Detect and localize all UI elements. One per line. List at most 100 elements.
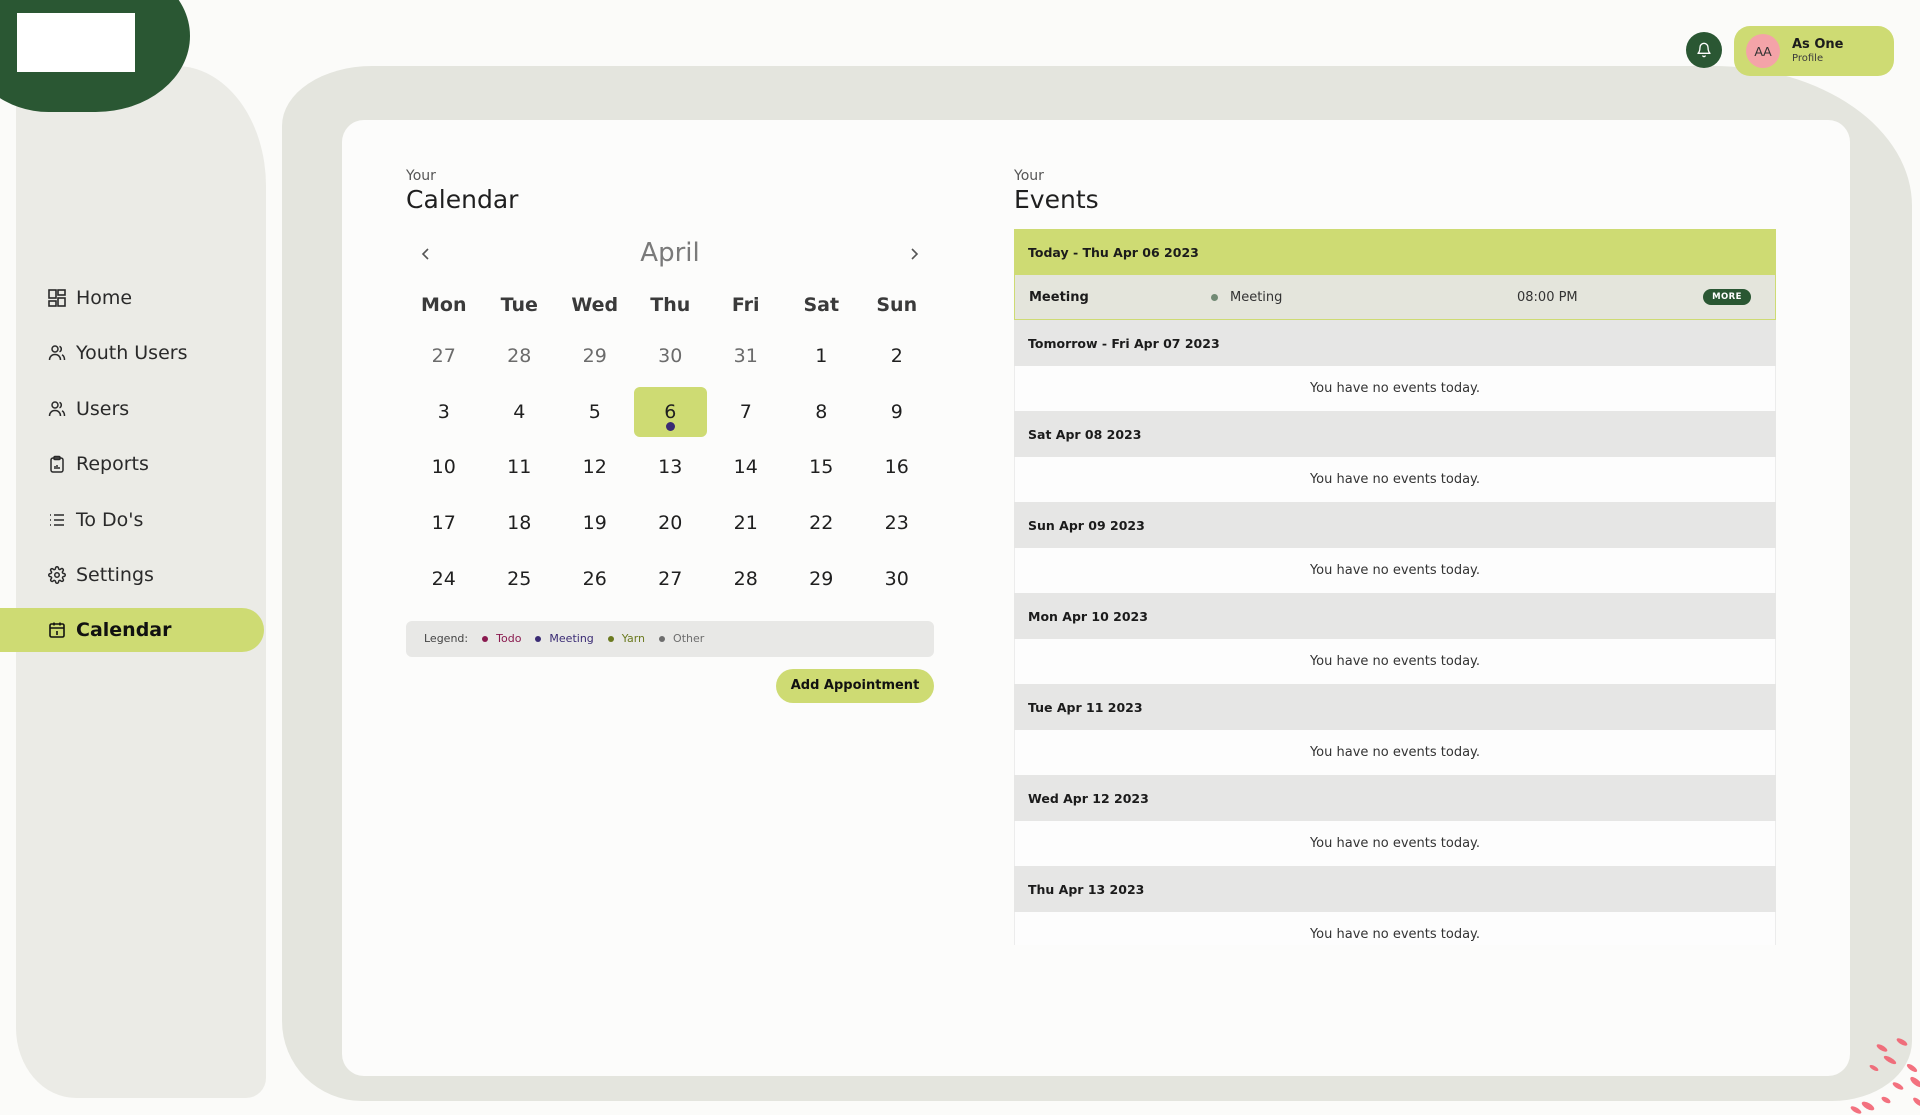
legend-label: Other xyxy=(673,632,705,646)
events-list[interactable]: Today - Thu Apr 06 2023 Meeting Meeting 08:… xyxy=(1014,229,1776,945)
calendar-section: Your Calendar April Mon Tue Wed Thu Fri … xyxy=(406,168,934,703)
calendar-day-today[interactable]: 6 xyxy=(633,384,709,440)
calendar-day[interactable]: 3 xyxy=(406,384,482,440)
day-number: 20 xyxy=(658,512,683,535)
calendar-day[interactable]: 26 xyxy=(557,551,633,607)
day-number: 2 xyxy=(890,344,903,367)
calendar-day[interactable]: 8 xyxy=(784,384,860,440)
sidebar-item-label: Home xyxy=(76,287,133,309)
calendar-day[interactable]: 11 xyxy=(482,440,558,496)
day-number: 17 xyxy=(431,512,456,535)
calendar-day[interactable]: 2 xyxy=(859,328,935,384)
day-number: 15 xyxy=(809,456,834,479)
sidebar-nav: Home Youth Users Users Reports To Do's S… xyxy=(0,276,265,664)
day-number: 5 xyxy=(588,400,601,423)
logo[interactable] xyxy=(17,13,135,72)
calendar-day[interactable]: 30 xyxy=(859,551,935,607)
calendar-day[interactable]: 18 xyxy=(482,495,558,551)
calendar-day[interactable]: 5 xyxy=(557,384,633,440)
legend-dot xyxy=(659,635,666,642)
day-number: 30 xyxy=(884,568,909,591)
day-number: 30 xyxy=(658,344,683,367)
day-number: 27 xyxy=(658,568,683,591)
sidebar-item-users[interactable]: Users xyxy=(0,387,265,431)
next-month-button[interactable] xyxy=(902,242,926,266)
calendar-day[interactable]: 7 xyxy=(708,384,784,440)
calendar-day[interactable]: 29 xyxy=(784,551,860,607)
day-number: 29 xyxy=(582,344,607,367)
month-navigation: April xyxy=(406,234,934,274)
gear-icon xyxy=(48,566,66,584)
app-root: AA As One Profile Home Youth Users Users xyxy=(0,0,1920,1115)
profile-button[interactable]: AA As One Profile xyxy=(1734,26,1894,76)
day-number: 7 xyxy=(739,400,752,423)
calendar-day[interactable]: 27 xyxy=(633,551,709,607)
calendar-day[interactable]: 30 xyxy=(633,328,709,384)
calendar-day[interactable]: 12 xyxy=(557,440,633,496)
day-number: 4 xyxy=(513,400,526,423)
weekday-header: Sun xyxy=(876,294,918,316)
calendar-grid: Mon Tue Wed Thu Fri Sat Sun 27 28 29 30 31 1 2… xyxy=(406,274,934,607)
sidebar-item-calendar[interactable]: Calendar xyxy=(0,608,264,653)
sidebar-item-todos[interactable]: To Do's xyxy=(0,498,265,542)
calendar-day[interactable]: 10 xyxy=(406,440,482,496)
dashboard-grid-icon xyxy=(48,289,66,307)
day-number: 18 xyxy=(507,512,532,535)
more-button[interactable]: MORE xyxy=(1703,289,1751,305)
sidebar-item-home[interactable]: Home xyxy=(0,276,265,320)
events-kicker: Your xyxy=(1014,168,1044,184)
no-events-message: You have no events today. xyxy=(1014,821,1776,866)
event-row[interactable]: Meeting Meeting 08:00 PM MORE xyxy=(1014,275,1776,320)
legend-dot xyxy=(535,635,542,642)
calendar-day[interactable]: 20 xyxy=(633,495,709,551)
confetti-decoration xyxy=(1850,1038,1920,1114)
calendar-day[interactable]: 28 xyxy=(482,328,558,384)
legend-item: Meeting xyxy=(535,632,594,646)
weekday-header: Mon xyxy=(421,294,467,316)
day-number: 31 xyxy=(733,344,758,367)
profile-subtitle: Profile xyxy=(1792,52,1824,64)
sidebar-item-reports[interactable]: Reports xyxy=(0,442,265,486)
clipboard-report-icon xyxy=(48,455,66,473)
calendar-day[interactable]: 4 xyxy=(482,384,558,440)
calendar-day[interactable]: 29 xyxy=(557,328,633,384)
day-number: 6 xyxy=(664,400,677,423)
calendar-day[interactable]: 9 xyxy=(859,384,935,440)
day-number: 26 xyxy=(582,568,607,591)
calendar-day[interactable]: 14 xyxy=(708,440,784,496)
sidebar-item-settings[interactable]: Settings xyxy=(0,553,265,597)
event-day-header: Wed Apr 12 2023 xyxy=(1014,775,1776,821)
calendar-day[interactable]: 13 xyxy=(633,440,709,496)
bell-icon xyxy=(1697,42,1711,58)
calendar-day[interactable]: 22 xyxy=(784,495,860,551)
event-day-header: Sun Apr 09 2023 xyxy=(1014,502,1776,548)
day-number: 25 xyxy=(507,568,532,591)
calendar-day[interactable]: 1 xyxy=(784,328,860,384)
calendar-day[interactable]: 28 xyxy=(708,551,784,607)
legend-label: Todo xyxy=(496,632,522,646)
event-time: 08:00 PM xyxy=(1517,289,1578,305)
notifications-button[interactable] xyxy=(1686,32,1722,68)
day-number: 11 xyxy=(507,456,532,479)
weekday-header: Wed xyxy=(571,294,619,316)
sidebar-item-label: Youth Users xyxy=(76,342,188,365)
legend-label: Meeting xyxy=(549,632,594,646)
calendar-day[interactable]: 21 xyxy=(708,495,784,551)
weekday-header: Sat xyxy=(803,294,840,316)
event-type: Meeting xyxy=(1211,290,1282,305)
legend-item: Yarn xyxy=(607,632,645,645)
month-label: April xyxy=(640,238,700,268)
calendar-day[interactable]: 25 xyxy=(482,551,558,607)
calendar-day[interactable]: 24 xyxy=(406,551,482,607)
calendar-day[interactable]: 16 xyxy=(859,440,935,496)
add-appointment-button[interactable]: Add Appointment xyxy=(776,668,934,703)
users-icon xyxy=(48,344,66,362)
calendar-day[interactable]: 19 xyxy=(557,495,633,551)
calendar-day[interactable]: 17 xyxy=(406,495,482,551)
sidebar-item-youth-users[interactable]: Youth Users xyxy=(0,331,265,375)
calendar-day[interactable]: 23 xyxy=(859,495,935,551)
calendar-day[interactable]: 31 xyxy=(708,328,784,384)
list-icon xyxy=(48,511,66,529)
calendar-day[interactable]: 27 xyxy=(406,328,482,384)
calendar-day[interactable]: 15 xyxy=(784,440,860,496)
